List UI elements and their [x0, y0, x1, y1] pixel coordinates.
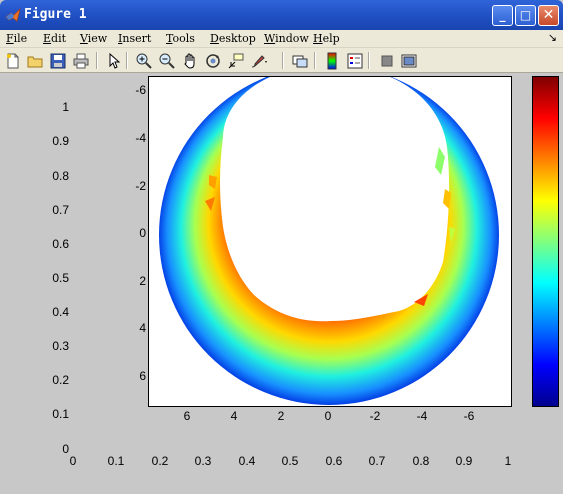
close-button[interactable]: ✕ [538, 5, 559, 26]
bg-xtick: 0.8 [412, 454, 430, 468]
menu-overflow-arrow[interactable]: ↘ [548, 31, 557, 44]
bg-ytick: 1 [62, 100, 69, 114]
plot-xtick: -4 [416, 409, 428, 423]
zoom-in-icon[interactable] [134, 51, 153, 70]
toolbar-separator [368, 52, 370, 69]
plot-xtick: 2 [277, 409, 285, 423]
save-icon[interactable] [48, 51, 67, 70]
toolbar-separator [96, 52, 98, 69]
colorbar[interactable] [532, 76, 559, 407]
plot-ytick: 0 [139, 226, 146, 240]
plot-xtick: 6 [183, 409, 191, 423]
bg-xtick: 1 [504, 454, 512, 468]
bg-ytick: 0.2 [52, 373, 69, 387]
bg-xtick: 0.2 [151, 454, 169, 468]
menu-insert[interactable]: Insert [118, 32, 151, 45]
bg-ytick: 0.8 [52, 169, 69, 183]
menu-view[interactable]: View [80, 32, 107, 45]
plot-xtick: 0 [324, 409, 332, 423]
toolbar-separator [282, 52, 284, 69]
bg-xtick: 0.4 [238, 454, 256, 468]
bg-xtick: 0.3 [194, 454, 212, 468]
maximize-button[interactable]: □ [515, 5, 536, 26]
menu-window[interactable]: Window [264, 32, 309, 45]
menu-tools[interactable]: Tools [166, 32, 195, 45]
toolbar-separator [314, 52, 316, 69]
figure-canvas: 1 0.9 0.8 0.7 0.6 0.5 0.4 0.3 0.2 0.1 0 … [0, 74, 563, 494]
bg-xtick: 0.6 [325, 454, 343, 468]
bg-ytick: 0.6 [52, 237, 69, 251]
bg-ytick: 0.5 [52, 271, 69, 285]
show-tools-icon[interactable] [399, 51, 418, 70]
rotate-icon[interactable] [203, 51, 222, 70]
plot-ytick: -2 [135, 179, 146, 193]
bg-xtick: 0.9 [455, 454, 473, 468]
bg-ytick: 0.9 [52, 134, 69, 148]
bg-ytick: 0.3 [52, 339, 69, 353]
bg-ytick: 0.1 [52, 407, 69, 421]
bg-xtick: 0.5 [281, 454, 299, 468]
plot-ytick: 4 [139, 321, 146, 335]
plot-ytick: -6 [135, 83, 146, 97]
zoom-out-icon[interactable] [157, 51, 176, 70]
hand-icon[interactable] [180, 51, 199, 70]
bg-xtick: 0 [69, 454, 77, 468]
hide-tools-icon[interactable] [377, 51, 396, 70]
bg-xtick: 0.7 [368, 454, 386, 468]
minimize-button[interactable]: _ [492, 5, 513, 26]
plot-ytick: 2 [139, 274, 146, 288]
menu-file[interactable]: File [6, 32, 27, 45]
pointer-icon[interactable] [104, 51, 123, 70]
plot-xtick: 4 [230, 409, 238, 423]
window-title: Figure 1 [24, 7, 87, 22]
window-title-bar: Figure 1 _ □ ✕ [0, 0, 563, 30]
link-icon[interactable] [290, 51, 309, 70]
plot-xtick: -6 [463, 409, 475, 423]
annulus-heatmap [149, 77, 511, 406]
bg-ytick: 0.7 [52, 203, 69, 217]
bg-ytick: 0.4 [52, 305, 69, 319]
folder-icon[interactable] [25, 51, 44, 70]
matlab-logo-icon [5, 7, 21, 22]
legend-icon[interactable] [345, 51, 364, 70]
menu-bar: File Edit View Insert Tools Desktop Wind… [0, 30, 563, 48]
printer-icon[interactable] [71, 51, 90, 70]
plot-xtick: -2 [369, 409, 381, 423]
colorbar-icon[interactable] [322, 51, 341, 70]
plot-ytick: 6 [139, 369, 146, 383]
figure-toolbar [0, 48, 563, 73]
menu-desktop[interactable]: Desktop [210, 32, 256, 45]
plot-ytick: -4 [135, 131, 146, 145]
plot-axes[interactable] [148, 76, 512, 407]
data-cursor-icon[interactable] [226, 51, 245, 70]
bg-ytick: 0 [62, 442, 69, 456]
menu-help[interactable]: Help [313, 32, 340, 45]
bg-xtick: 0.1 [107, 454, 125, 468]
menu-edit[interactable]: Edit [43, 32, 66, 45]
brush-icon[interactable] [249, 51, 268, 70]
new-file-icon[interactable] [3, 51, 22, 70]
toolbar-separator [126, 52, 128, 69]
